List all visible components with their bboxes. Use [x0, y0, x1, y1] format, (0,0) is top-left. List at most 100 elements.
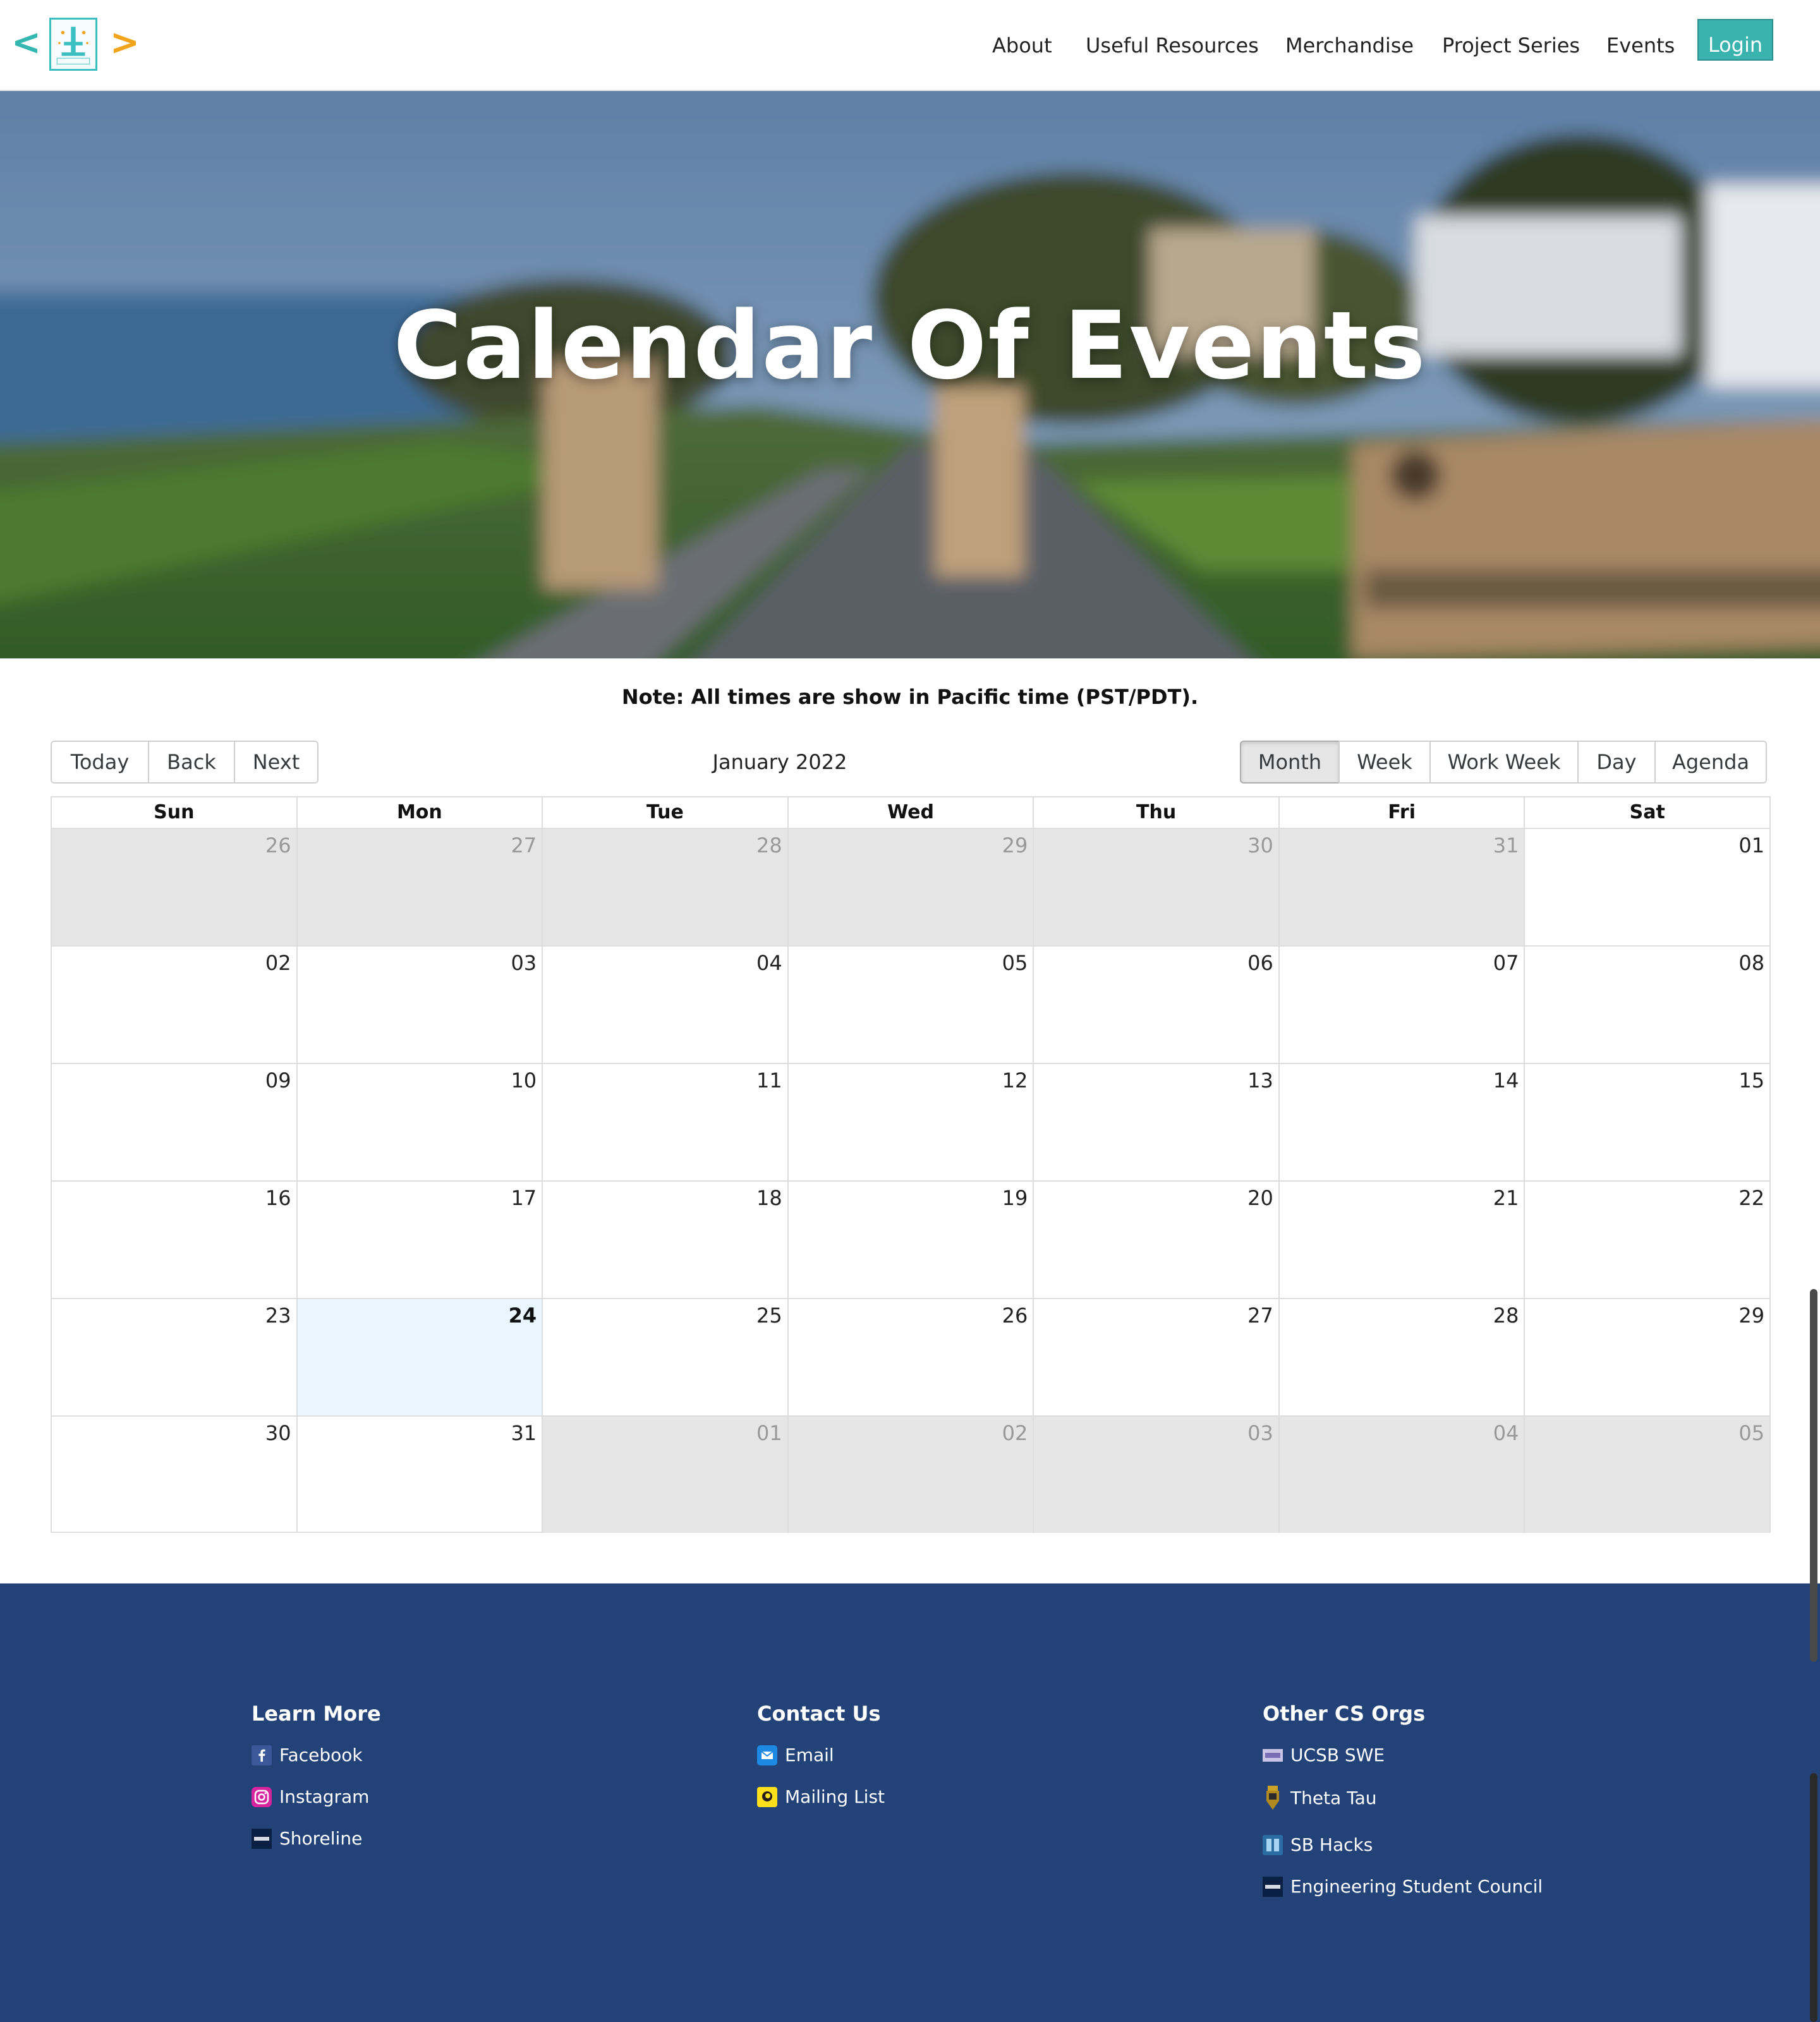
- day-cell[interactable]: 12: [787, 1064, 1033, 1180]
- footer-link-facebook[interactable]: Facebook: [252, 1744, 381, 1767]
- day-number[interactable]: 19: [1002, 1185, 1028, 1211]
- day-number[interactable]: 26: [265, 833, 291, 858]
- view-day-button[interactable]: Day: [1577, 741, 1656, 784]
- day-cell[interactable]: 01: [542, 1417, 787, 1533]
- day-cell[interactable]: 30: [52, 1417, 296, 1533]
- nav-link-useful-resources[interactable]: Useful Resources: [1086, 33, 1259, 58]
- day-number[interactable]: 12: [1002, 1068, 1028, 1093]
- day-cell[interactable]: 30: [1033, 829, 1278, 945]
- footer-link-label[interactable]: UCSB SWE: [1290, 1744, 1385, 1767]
- day-cell[interactable]: 28: [1278, 1299, 1524, 1415]
- day-number[interactable]: 02: [265, 950, 291, 976]
- day-number[interactable]: 23: [265, 1303, 291, 1328]
- day-number[interactable]: 16: [265, 1185, 291, 1211]
- day-number[interactable]: 27: [1247, 1303, 1273, 1328]
- day-number[interactable]: 26: [1002, 1303, 1028, 1328]
- footer-link-mailing-list[interactable]: Mailing List: [757, 1786, 885, 1808]
- day-number[interactable]: 05: [1002, 950, 1028, 976]
- footer-link-engineering-student-council[interactable]: Engineering Student Council: [1263, 1875, 1543, 1898]
- day-cell[interactable]: 31: [1278, 829, 1524, 945]
- day-cell[interactable]: 13: [1033, 1064, 1278, 1180]
- day-number[interactable]: 04: [1493, 1420, 1519, 1446]
- day-cell[interactable]: 15: [1524, 1064, 1769, 1180]
- today-day-number[interactable]: 24: [509, 1303, 537, 1328]
- footer-link-ucsb-swe[interactable]: UCSB SWE: [1263, 1744, 1543, 1767]
- day-cell[interactable]: 27: [296, 829, 542, 945]
- day-number[interactable]: 29: [1002, 833, 1028, 858]
- day-number[interactable]: 18: [756, 1185, 782, 1211]
- footer-link-label[interactable]: Engineering Student Council: [1290, 1875, 1543, 1898]
- footer-link-label[interactable]: Theta Tau: [1290, 1787, 1377, 1810]
- footer-link-sb-hacks[interactable]: SB Hacks: [1263, 1834, 1543, 1856]
- back-button[interactable]: Back: [148, 741, 235, 784]
- footer-link-label[interactable]: Shoreline: [279, 1827, 362, 1850]
- day-cell[interactable]: 09: [52, 1064, 296, 1180]
- day-number[interactable]: 11: [756, 1068, 782, 1093]
- day-number[interactable]: 31: [1493, 833, 1519, 858]
- day-number[interactable]: 28: [756, 833, 782, 858]
- day-cell[interactable]: 03: [296, 947, 542, 1063]
- day-number[interactable]: 03: [1247, 1420, 1273, 1446]
- page-scrollbar-thumb-lower[interactable]: [1810, 1773, 1817, 2022]
- day-number[interactable]: 20: [1247, 1185, 1273, 1211]
- day-cell[interactable]: 11: [542, 1064, 787, 1180]
- day-cell[interactable]: 25: [542, 1299, 787, 1415]
- day-number[interactable]: 27: [511, 833, 537, 858]
- day-cell[interactable]: 10: [296, 1064, 542, 1180]
- today-cell[interactable]: 24: [296, 1299, 542, 1415]
- day-number[interactable]: 08: [1738, 950, 1764, 976]
- day-cell[interactable]: 06: [1033, 947, 1278, 1063]
- day-number[interactable]: 06: [1247, 950, 1273, 976]
- day-cell[interactable]: 22: [1524, 1182, 1769, 1298]
- footer-link-instagram[interactable]: Instagram: [252, 1786, 381, 1808]
- day-cell[interactable]: 07: [1278, 947, 1524, 1063]
- day-cell[interactable]: 26: [787, 1299, 1033, 1415]
- brand-logo[interactable]: [49, 18, 97, 71]
- day-cell[interactable]: 02: [52, 947, 296, 1063]
- day-number[interactable]: 10: [511, 1068, 537, 1093]
- day-number[interactable]: 05: [1738, 1420, 1764, 1446]
- day-number[interactable]: 15: [1738, 1068, 1764, 1093]
- day-cell[interactable]: 31: [296, 1417, 542, 1533]
- day-cell[interactable]: 27: [1033, 1299, 1278, 1415]
- footer-link-label[interactable]: Mailing List: [785, 1786, 885, 1808]
- footer-link-label[interactable]: Instagram: [279, 1786, 369, 1808]
- footer-link-label[interactable]: Email: [785, 1744, 834, 1767]
- day-number[interactable]: 01: [756, 1420, 782, 1446]
- nav-link-merchandise[interactable]: Merchandise: [1285, 33, 1414, 58]
- day-number[interactable]: 09: [265, 1068, 291, 1093]
- day-number[interactable]: 28: [1493, 1303, 1519, 1328]
- day-number[interactable]: 30: [265, 1420, 291, 1446]
- day-cell[interactable]: 19: [787, 1182, 1033, 1298]
- view-week-button[interactable]: Week: [1338, 741, 1431, 784]
- day-number[interactable]: 17: [511, 1185, 537, 1211]
- day-cell[interactable]: 01: [1524, 829, 1769, 945]
- day-cell[interactable]: 20: [1033, 1182, 1278, 1298]
- view-agenda-button[interactable]: Agenda: [1654, 741, 1767, 784]
- day-cell[interactable]: 29: [1524, 1299, 1769, 1415]
- footer-link-label[interactable]: Facebook: [279, 1744, 363, 1767]
- day-cell[interactable]: 21: [1278, 1182, 1524, 1298]
- footer-link-email[interactable]: Email: [757, 1744, 885, 1767]
- day-number[interactable]: 01: [1738, 833, 1764, 858]
- day-number[interactable]: 22: [1738, 1185, 1764, 1211]
- day-cell[interactable]: 04: [1278, 1417, 1524, 1533]
- day-number[interactable]: 14: [1493, 1068, 1519, 1093]
- day-cell[interactable]: 28: [542, 829, 787, 945]
- day-cell[interactable]: 05: [787, 947, 1033, 1063]
- nav-link-project-series[interactable]: Project Series: [1442, 33, 1580, 58]
- day-number[interactable]: 13: [1247, 1068, 1273, 1093]
- day-cell[interactable]: 16: [52, 1182, 296, 1298]
- day-cell[interactable]: 23: [52, 1299, 296, 1415]
- footer-link-shoreline[interactable]: Shoreline: [252, 1827, 381, 1850]
- day-number[interactable]: 30: [1247, 833, 1273, 858]
- brand-right-chevron[interactable]: >: [110, 23, 140, 63]
- day-cell[interactable]: 18: [542, 1182, 787, 1298]
- day-cell[interactable]: 05: [1524, 1417, 1770, 1533]
- today-button[interactable]: Today: [51, 741, 149, 784]
- day-number[interactable]: 25: [756, 1303, 782, 1328]
- day-cell[interactable]: 14: [1278, 1064, 1524, 1180]
- day-number[interactable]: 02: [1002, 1420, 1028, 1446]
- day-number[interactable]: 07: [1493, 950, 1519, 976]
- day-number[interactable]: 29: [1738, 1303, 1764, 1328]
